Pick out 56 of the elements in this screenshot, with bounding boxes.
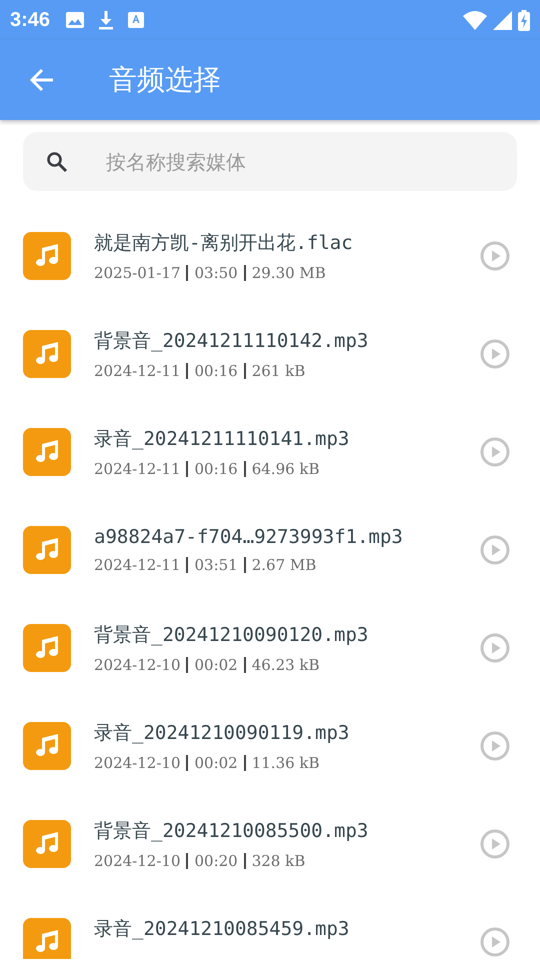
file-duration: 00:16 <box>194 362 238 380</box>
play-button[interactable] <box>480 535 510 565</box>
play-button[interactable] <box>480 633 510 663</box>
wifi-icon <box>463 10 487 30</box>
file-duration: 00:16 <box>194 460 238 478</box>
play-button[interactable] <box>480 731 510 761</box>
music-file-icon <box>23 428 71 476</box>
file-size: 46.23 kB <box>252 656 320 674</box>
file-date: 2024-12-10 <box>94 852 180 870</box>
image-icon <box>66 12 84 28</box>
file-name: 背景音_20241210085500.mp3 <box>94 819 370 844</box>
search-field[interactable]: 按名称搜索媒体 <box>23 132 517 191</box>
file-name: 录音_20241210085459.mp3 <box>94 916 350 942</box>
file-date: 2024-12-10 <box>94 754 180 772</box>
file-size: 2.67 MB <box>252 556 316 574</box>
file-date: 2024-12-11 <box>94 362 180 380</box>
file-date: 2024-12-11 <box>94 556 180 574</box>
music-file-icon <box>23 330 71 378</box>
music-file-icon <box>23 526 71 574</box>
download-icon <box>98 10 114 30</box>
file-size: 11.36 kB <box>252 754 320 772</box>
play-button[interactable] <box>480 927 510 957</box>
music-file-icon <box>23 722 71 770</box>
file-name: 背景音_20241210090120.mp3 <box>94 623 370 648</box>
signal-icon <box>493 10 512 30</box>
file-size: 29.30 MB <box>252 264 326 282</box>
play-button[interactable] <box>480 339 510 369</box>
clock: 3:46 <box>10 8 50 32</box>
file-size: 64.96 kB <box>252 460 320 478</box>
page-title: 音频选择 <box>109 62 221 98</box>
music-file-icon <box>23 232 71 280</box>
music-file-icon <box>23 820 71 868</box>
file-name: 录音_20241210090119.mp3 <box>94 721 350 746</box>
search-icon <box>46 151 68 173</box>
play-button[interactable] <box>480 241 510 271</box>
file-date: 2024-12-10 <box>94 656 180 674</box>
file-name: 背景音_20241211110142.mp3 <box>94 329 370 354</box>
file-name: 录音_20241211110141.mp3 <box>94 427 350 452</box>
music-file-icon <box>23 918 71 959</box>
file-duration: 00:02 <box>194 656 238 674</box>
file-duration: 00:20 <box>194 852 238 870</box>
play-button[interactable] <box>480 437 510 467</box>
file-date: 2024-12-11 <box>94 460 180 478</box>
file-duration: 03:50 <box>194 264 238 282</box>
font-icon <box>128 12 144 28</box>
file-size: 328 kB <box>252 852 306 870</box>
file-name: 就是南方凯-离别开出花.flac <box>94 231 354 256</box>
play-button[interactable] <box>480 829 510 859</box>
back-button[interactable] <box>28 66 56 94</box>
file-duration: 03:51 <box>194 556 238 574</box>
file-name: a98824a7-f704…9273993f1.mp3 <box>94 526 404 548</box>
file-duration: 00:02 <box>194 754 238 772</box>
music-file-icon <box>23 624 71 672</box>
file-size: 261 kB <box>252 362 306 380</box>
file-date: 2025-01-17 <box>94 264 180 282</box>
battery-icon <box>518 10 530 30</box>
